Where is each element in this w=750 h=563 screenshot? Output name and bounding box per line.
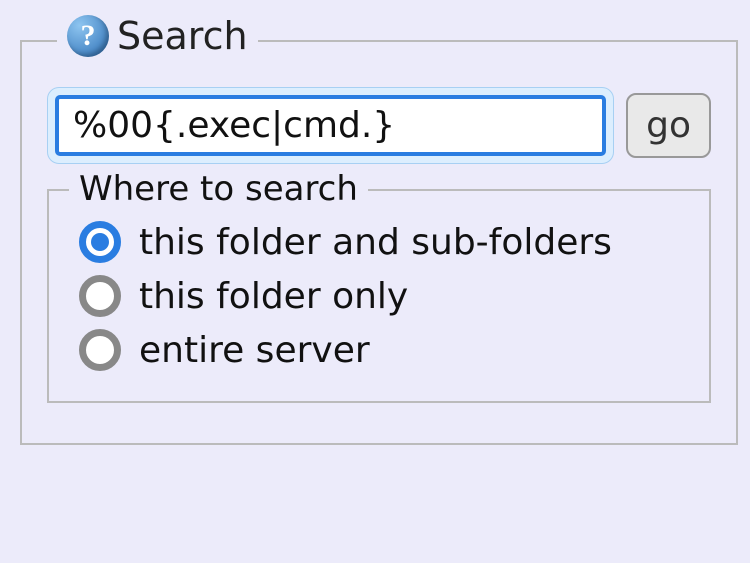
where-radio-group: this folder and sub-folders this folder … (79, 221, 689, 371)
radio-this-folder-and-subfolders[interactable]: this folder and sub-folders (79, 221, 689, 263)
search-input-wrap (47, 87, 614, 164)
where-to-search-legend: Where to search (69, 169, 368, 209)
radio-entire-server[interactable]: entire server (79, 329, 689, 371)
radio-label: entire server (139, 330, 370, 371)
search-panel: ? Search go Where to search this folder … (20, 40, 738, 445)
radio-icon (79, 329, 121, 371)
radio-label: this folder only (139, 276, 408, 317)
search-input[interactable] (55, 95, 606, 156)
radio-this-folder-only[interactable]: this folder only (79, 275, 689, 317)
where-to-search-panel: Where to search this folder and sub-fold… (47, 189, 711, 403)
go-button[interactable]: go (626, 93, 711, 158)
radio-icon (79, 221, 121, 263)
search-legend: ? Search (57, 14, 258, 58)
radio-label: this folder and sub-folders (139, 222, 612, 263)
radio-icon (79, 275, 121, 317)
search-title: Search (117, 14, 248, 58)
search-row: go (47, 87, 711, 164)
help-icon[interactable]: ? (67, 15, 109, 57)
